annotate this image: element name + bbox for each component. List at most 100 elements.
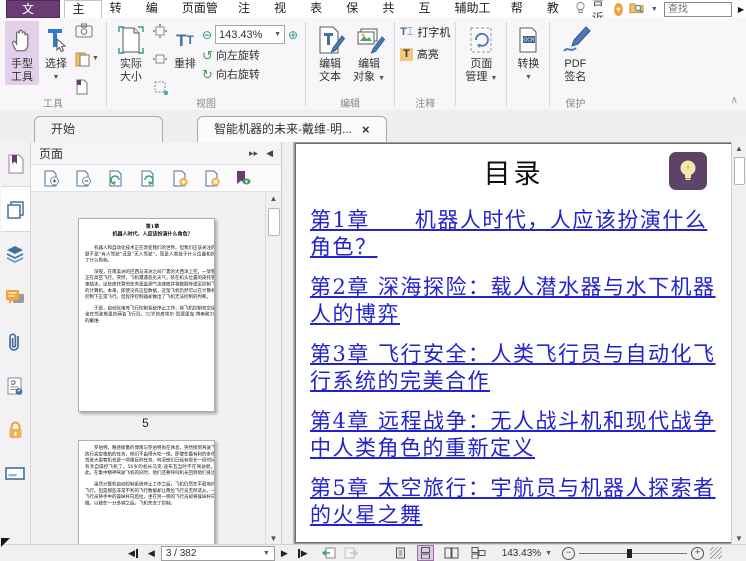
scroll-up-icon[interactable]: ▲: [266, 194, 281, 203]
tab-convert[interactable]: 转换: [102, 0, 138, 32]
page-number-combobox[interactable]: 3 / 382 ▼: [160, 545, 275, 561]
first-page-button[interactable]: ◀: [128, 548, 138, 558]
zoom-level-combobox[interactable]: 143.43% ▼: [215, 25, 285, 44]
search-folder-icon[interactable]: [629, 1, 645, 17]
edit-text-button[interactable]: 编辑 文本: [311, 21, 349, 85]
rotate-page-right-button[interactable]: [139, 170, 157, 187]
tab-protect[interactable]: 保护: [338, 0, 374, 32]
edit-object-button[interactable]: 编辑 对象 ▼: [349, 21, 389, 86]
signatures-panel-button[interactable]: [1, 364, 30, 408]
panel-splitter[interactable]: [282, 142, 294, 545]
highlight-button[interactable]: T 高亮: [400, 46, 450, 62]
tab-connect[interactable]: 互联: [410, 0, 446, 32]
fit-width-button[interactable]: [152, 51, 168, 67]
clipboard-dropdown-icon[interactable]: ▼: [92, 55, 99, 62]
clipboard-button[interactable]: ▼: [75, 51, 99, 67]
toc-link-chapter-4[interactable]: 第4章 远程战争：无人战斗机和现代战争中人类角色的重新定义: [310, 408, 719, 462]
page-thumbnail-6[interactable]: 罗伯特。略感疲惫的博南与罗伯特尚在休息，突然接到驾驶飞机执行高空夜航的任务，他们…: [78, 440, 215, 545]
start-tab[interactable]: 开始: [34, 116, 163, 142]
next-view-button[interactable]: [344, 547, 358, 559]
resize-grip[interactable]: [710, 547, 723, 559]
tab-organize[interactable]: 页面管理: [174, 0, 230, 32]
lightbulb-icon[interactable]: [575, 1, 586, 17]
tab-accessibility[interactable]: 辅助工具: [447, 0, 503, 32]
toc-link-chapter-2[interactable]: 第2章 深海探险：载人潜水器与水下机器人的博弈: [310, 274, 719, 328]
search-folder-dropdown-icon[interactable]: ▼: [651, 6, 658, 13]
facing-view-button[interactable]: [442, 545, 461, 561]
scroll-down-icon[interactable]: ▼: [732, 534, 746, 543]
tab-home[interactable]: 主页: [63, 0, 102, 33]
tab-form[interactable]: 表单: [302, 0, 338, 32]
search-input[interactable]: [663, 1, 732, 17]
scrollbar-thumb[interactable]: [268, 208, 280, 236]
tab-comment[interactable]: 注释: [230, 0, 266, 32]
tab-share[interactable]: 共享: [374, 0, 410, 32]
file-menu-button[interactable]: 文件: [6, 0, 60, 32]
pdf-sign-button[interactable]: PDF 签名: [555, 21, 595, 85]
rotate-left-button[interactable]: ↺ 向左旋转: [202, 47, 298, 63]
select-tool-button[interactable]: 选择 ▼: [39, 21, 73, 85]
rotate-right-button[interactable]: ↻ 向右旋转: [202, 66, 298, 82]
thumbnail-scrollbar[interactable]: ▲ ▼: [265, 192, 281, 545]
snapshot-button[interactable]: [75, 23, 99, 38]
status-zoom-out-button[interactable]: −: [562, 546, 576, 560]
zoom-out-button[interactable]: ⊖: [202, 29, 212, 41]
pages-panel-button[interactable]: [0, 186, 30, 232]
continuous-view-button[interactable]: [416, 545, 434, 561]
last-page-button[interactable]: ▶: [297, 548, 308, 558]
paste-button[interactable]: [75, 79, 99, 95]
fit-page-button[interactable]: [152, 23, 168, 39]
single-page-view-button[interactable]: [392, 545, 409, 561]
fields-panel-button[interactable]: [1, 452, 30, 496]
convert-button[interactable]: OCR 转换 ▼: [512, 21, 544, 85]
typewriter-button[interactable]: T⌶ 打字机: [400, 24, 450, 40]
previous-view-button[interactable]: [321, 547, 336, 559]
next-page-button[interactable]: ▶: [281, 548, 288, 558]
zoom-slider-thumb[interactable]: [627, 548, 633, 558]
hand-tool-button[interactable]: 手型 工具: [5, 21, 39, 85]
bookmark-view-button[interactable]: [235, 170, 251, 187]
lightbulb-annotation[interactable]: [669, 152, 707, 190]
previous-page-button[interactable]: ◀: [148, 548, 155, 558]
page-management-button[interactable]: 页面 管理 ▼: [461, 21, 501, 86]
menubar-expand-icon[interactable]: ▶: [738, 5, 744, 14]
page-thumbnail-5[interactable]: 第1章 机器人时代，人应该扮演什么角色？ 机器人和自动化技术正在改变我们的世界。…: [78, 218, 215, 412]
thumbnail-zoom-in-button[interactable]: [43, 170, 61, 187]
insert-page-button[interactable]: [171, 170, 189, 187]
bookmarks-panel-button[interactable]: [1, 142, 30, 186]
delete-page-button[interactable]: [203, 170, 221, 187]
document-scrollbar[interactable]: ▲ ▼: [731, 142, 746, 545]
toc-link-chapter-5[interactable]: 第5章 太空旅行：宇航员与机器人探索者的火星之舞: [310, 475, 719, 529]
actual-size-button[interactable]: 实际 大小: [112, 21, 150, 85]
tab-help[interactable]: 帮助: [503, 0, 539, 32]
status-zoom-in-button[interactable]: +: [691, 546, 705, 560]
reflow-button[interactable]: TT 重排: [170, 21, 200, 72]
toc-link-chapter-1[interactable]: 第1章 机器人时代，人应该扮演什么角色？: [310, 207, 719, 261]
document-tab[interactable]: 智能机器的未来-戴维·明... ×: [197, 116, 387, 142]
layers-panel-button[interactable]: [1, 232, 30, 276]
tab-edit[interactable]: 编辑: [138, 0, 174, 32]
scroll-up-icon[interactable]: ▲: [732, 144, 746, 153]
scrollbar-thumb[interactable]: [734, 157, 745, 185]
tab-view[interactable]: 视图: [266, 0, 302, 32]
status-zoom-value[interactable]: 143.43%: [502, 548, 541, 559]
continuous-facing-view-button[interactable]: [469, 545, 488, 561]
security-panel-button[interactable]: [1, 408, 30, 452]
panel-expand-icon[interactable]: ▸▸: [249, 148, 258, 159]
pdf-page[interactable]: 目录 第1章 机器人时代，人应该扮演什么角色？ 第2章 深海探险：载人潜水器与水…: [295, 143, 732, 543]
zoom-slider[interactable]: [579, 547, 688, 560]
collapse-ribbon-icon[interactable]: ∧: [731, 95, 738, 106]
hidden-panel-indicator-icon[interactable]: [1, 538, 10, 547]
tab-tutorial[interactable]: 教程: [539, 0, 575, 32]
rotate-page-left-button[interactable]: [107, 170, 125, 187]
close-tab-icon[interactable]: ×: [362, 123, 370, 136]
zoom-in-button[interactable]: ⊕: [288, 29, 298, 41]
comments-panel-button[interactable]: [1, 276, 30, 320]
favorite-heart-icon[interactable]: ♥: [614, 2, 623, 16]
thumbnail-zoom-out-button[interactable]: [75, 170, 93, 187]
attachments-panel-button[interactable]: [1, 320, 30, 364]
fit-visible-button[interactable]: [152, 79, 168, 95]
panel-collapse-icon[interactable]: ◀: [266, 148, 273, 159]
scroll-down-icon[interactable]: ▼: [266, 534, 281, 543]
toc-link-chapter-3[interactable]: 第3章 飞行安全：人类飞行员与自动化飞行系统的完美合作: [310, 341, 719, 395]
